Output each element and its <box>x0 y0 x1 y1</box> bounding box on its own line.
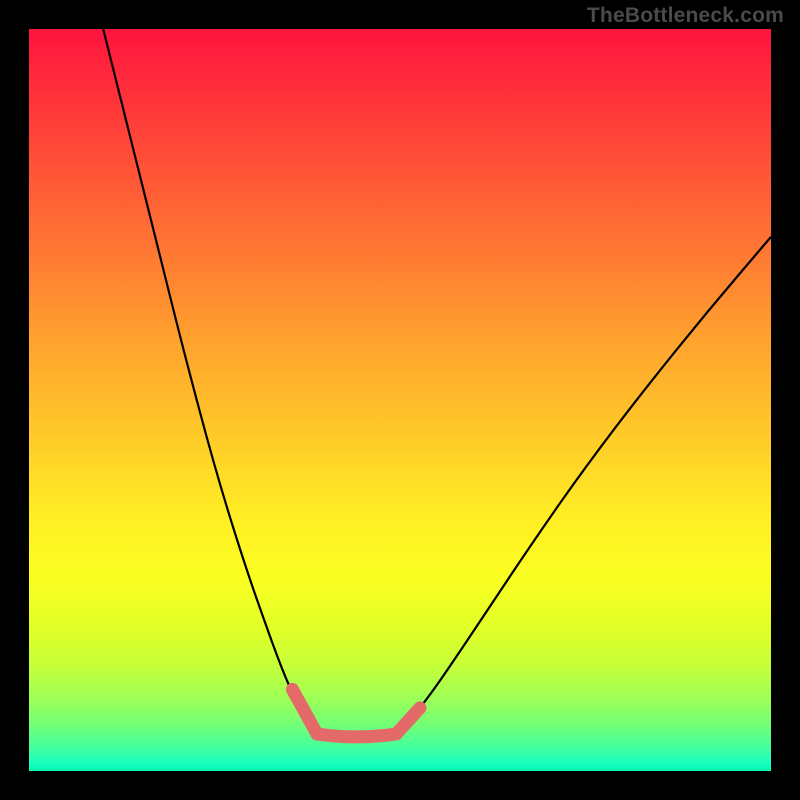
chart-frame: TheBottleneck.com <box>0 0 800 800</box>
highlight-right <box>396 708 420 734</box>
watermark-text: TheBottleneck.com <box>587 4 784 28</box>
highlight-left <box>292 689 317 734</box>
bottleneck-curve <box>103 29 771 741</box>
highlight-floor <box>317 734 396 737</box>
curve-layer <box>29 29 771 771</box>
plot-area <box>29 29 771 771</box>
